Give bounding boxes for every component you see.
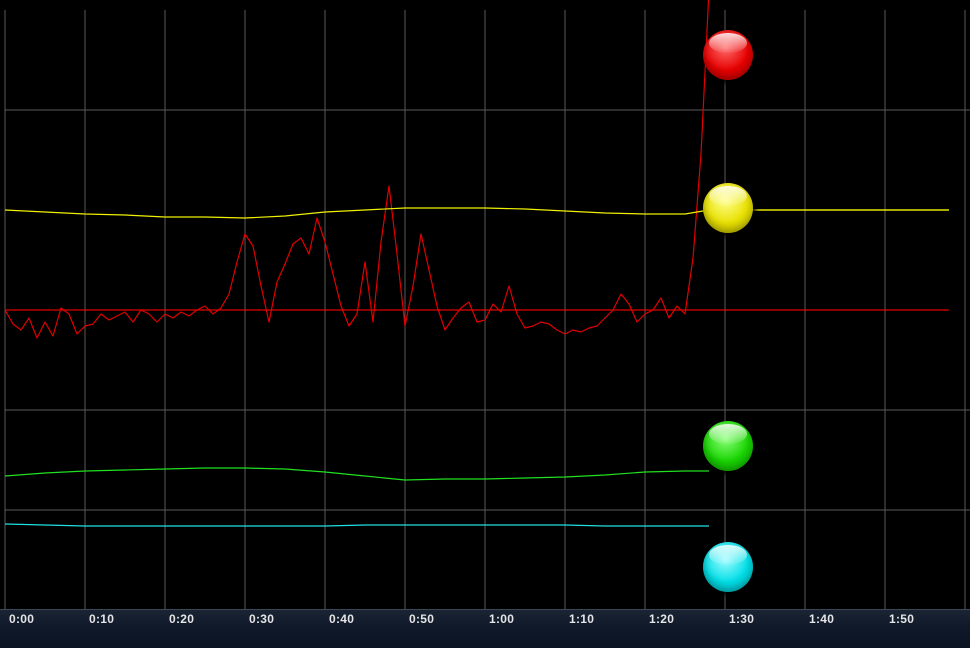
time-tick-label: 1:40 (809, 612, 835, 626)
indicator-red (703, 30, 753, 80)
indicator-cyan (703, 542, 753, 592)
time-tick-label: 0:00 (9, 612, 35, 626)
time-tick-label: 1:30 (729, 612, 755, 626)
time-tick-label: 0:40 (329, 612, 355, 626)
time-tick-label: 0:50 (409, 612, 435, 626)
time-tick-label: 1:20 (649, 612, 675, 626)
time-tick-label: 0:10 (89, 612, 115, 626)
time-tick-label: 1:10 (569, 612, 595, 626)
time-tick-label: 1:50 (889, 612, 915, 626)
monitor-chart (0, 0, 970, 609)
time-tick-label: 1:00 (489, 612, 515, 626)
time-tick-label: 0:20 (169, 612, 195, 626)
time-tick-label: 0:30 (249, 612, 275, 626)
indicator-green (703, 421, 753, 471)
indicator-yellow (703, 183, 753, 233)
time-axis-bar: 0:00 0:10 0:20 0:30 0:40 0:50 1:00 1:10 1:20 1:30… (0, 609, 970, 648)
